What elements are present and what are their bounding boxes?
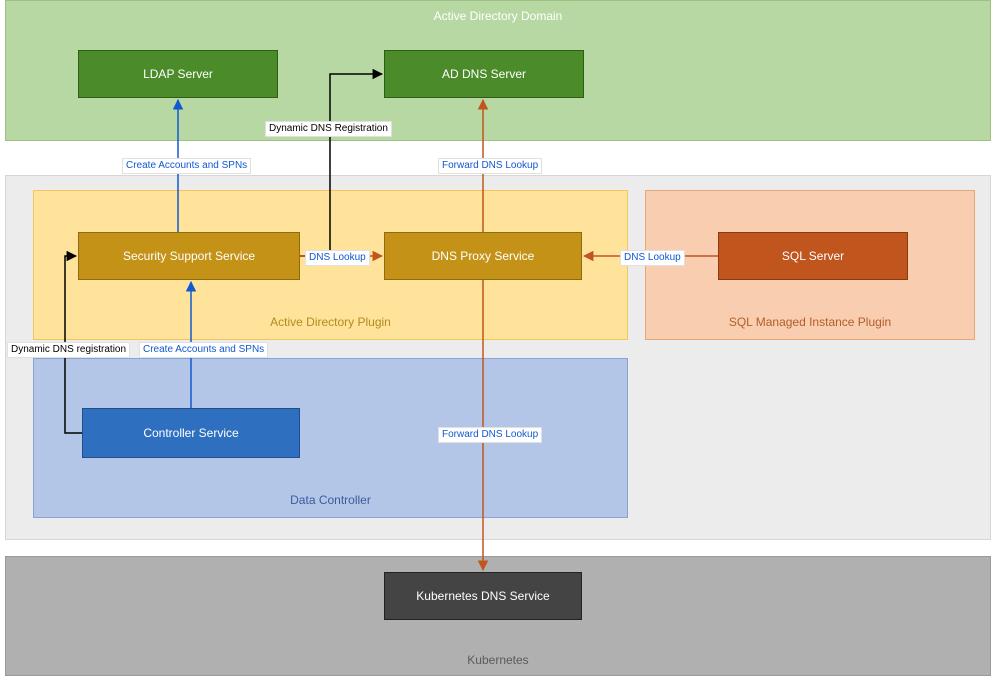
- zone-data-controller-title: Data Controller: [34, 493, 627, 507]
- label-proxy-to-addns: Forward DNS Lookup: [438, 158, 542, 174]
- zone-ad-plugin-title: Active Directory Plugin: [34, 315, 627, 329]
- label-security-to-addns-ddns: Dynamic DNS Registration: [265, 121, 392, 137]
- zone-ad-domain-title: Active Directory Domain: [6, 9, 990, 23]
- label-security-to-ldap: Create Accounts and SPNs: [122, 158, 251, 174]
- diagram-canvas: Active Directory Domain Data Controller …: [0, 0, 996, 681]
- label-sql-to-proxy: DNS Lookup: [620, 250, 685, 266]
- node-controller-service: Controller Service: [82, 408, 300, 458]
- zone-kubernetes-title: Kubernetes: [6, 653, 990, 667]
- node-dns-proxy: DNS Proxy Service: [384, 232, 582, 280]
- node-ad-dns-server: AD DNS Server: [384, 50, 584, 98]
- label-proxy-to-k8s: Forward DNS Lookup: [438, 427, 542, 443]
- label-controller-to-security-spns: Create Accounts and SPNs: [139, 342, 268, 358]
- node-ldap-server: LDAP Server: [78, 50, 278, 98]
- node-sql-server: SQL Server: [718, 232, 908, 280]
- label-security-to-proxy: DNS Lookup: [305, 250, 370, 266]
- node-security-support: Security Support Service: [78, 232, 300, 280]
- node-k8s-dns: Kubernetes DNS Service: [384, 572, 582, 620]
- zone-sql-plugin-title: SQL Managed Instance Plugin: [646, 315, 974, 329]
- label-controller-to-security-ddns: Dynamic DNS registration: [7, 342, 130, 358]
